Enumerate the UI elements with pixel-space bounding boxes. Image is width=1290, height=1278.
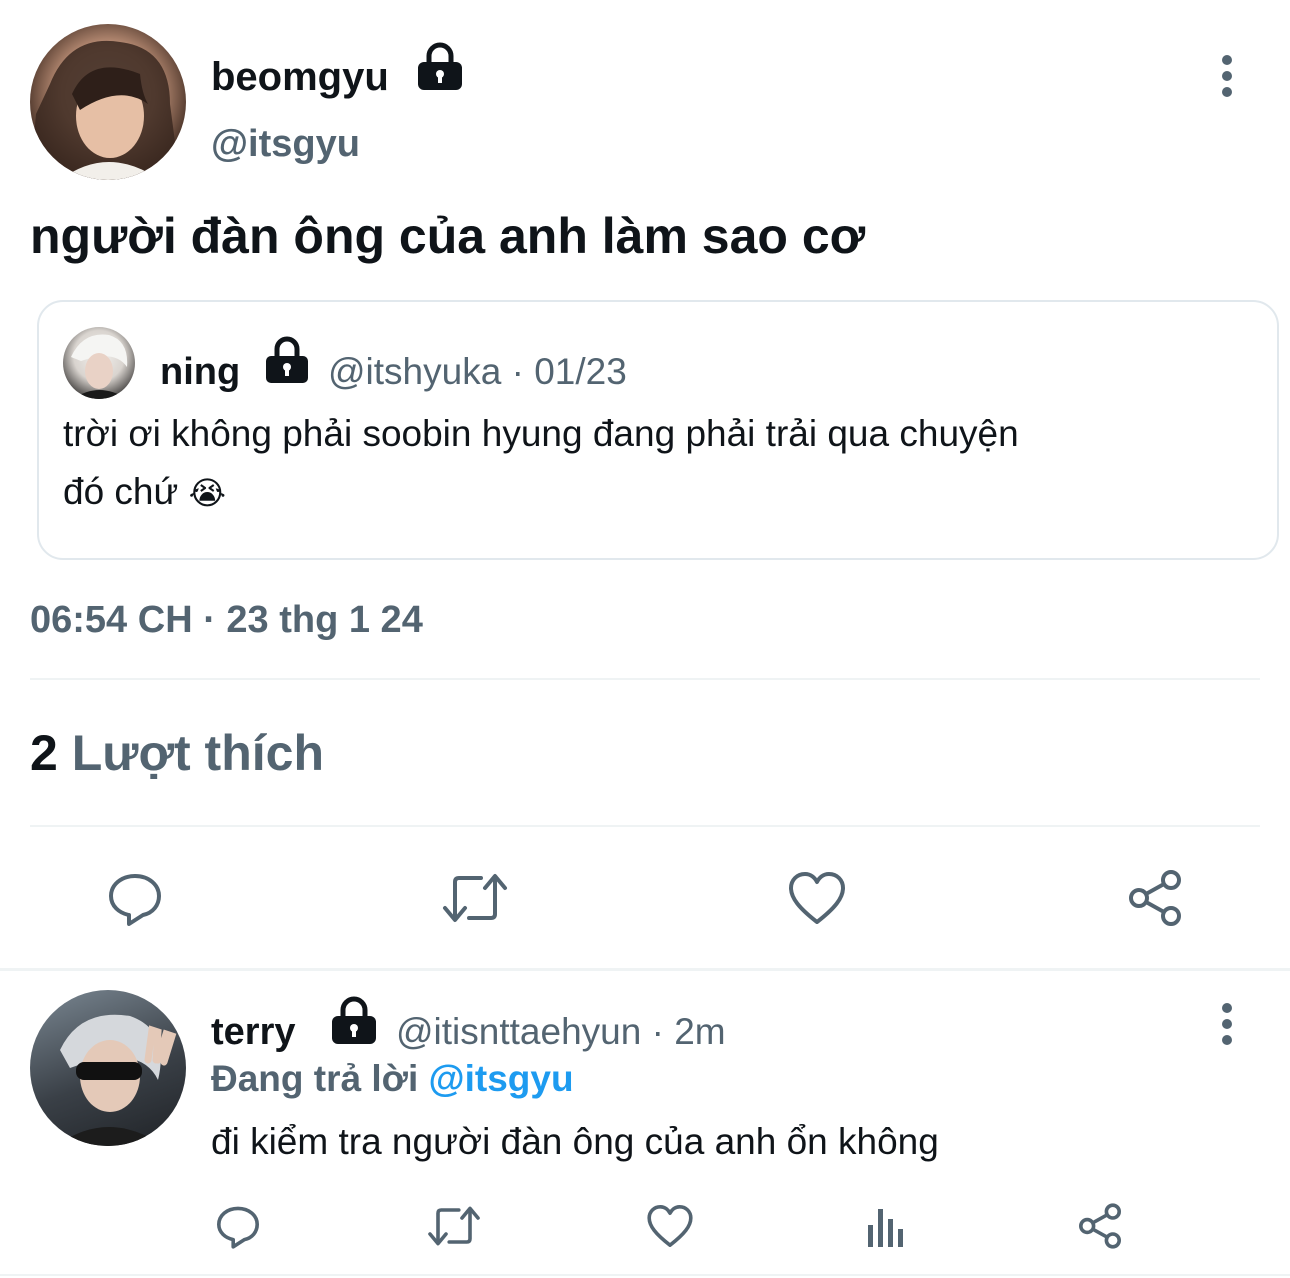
reply-retweet-button[interactable] bbox=[424, 1200, 484, 1252]
reply-text: đi kiểm tra người đàn ông của anh ổn khô… bbox=[211, 1121, 939, 1162]
reply-time: 2m bbox=[674, 1011, 726, 1052]
reply-separator: · bbox=[651, 1011, 664, 1052]
share-icon bbox=[1125, 868, 1185, 928]
reply-analytics-button[interactable] bbox=[858, 1200, 914, 1252]
like-button[interactable] bbox=[782, 866, 852, 930]
quote-text-line2-text: đó chứ bbox=[63, 471, 179, 512]
reply-reply-button[interactable] bbox=[210, 1200, 266, 1252]
reply-handle-line[interactable]: @itisnttaehyun · 2m bbox=[396, 1010, 726, 1054]
tweet-timestamp[interactable]: 06:54 CH · 23 thg 1 24 bbox=[30, 598, 423, 642]
reply-lock-icon bbox=[328, 994, 380, 1046]
tweet-text: người đàn ông của anh làm sao cơ bbox=[30, 208, 866, 264]
reply-more-options-icon[interactable] bbox=[1210, 1002, 1244, 1046]
share-icon bbox=[1076, 1202, 1124, 1250]
crying-emoji: 😭 bbox=[188, 475, 226, 511]
retweet-icon bbox=[426, 1202, 482, 1250]
quote-text-line1: trời ơi không phải soobin hyung đang phả… bbox=[63, 413, 1019, 454]
retweet-icon bbox=[441, 868, 509, 928]
quote-author-avatar[interactable] bbox=[63, 327, 135, 399]
quote-text-line2: đó chứ 😭 bbox=[63, 470, 226, 515]
reply-button[interactable] bbox=[100, 866, 170, 930]
quote-date: 01/23 bbox=[534, 351, 627, 392]
divider bbox=[30, 678, 1260, 680]
replying-to-prefix: Đang trả lời bbox=[211, 1058, 419, 1099]
bottom-divider bbox=[0, 1274, 1290, 1276]
replying-to-handle-link[interactable]: @itsgyu bbox=[429, 1058, 574, 1099]
reply-icon bbox=[105, 868, 165, 928]
reply-share-button[interactable] bbox=[1072, 1200, 1128, 1252]
quote-handle[interactable]: @itshyuka · 01/23 bbox=[328, 350, 627, 394]
author-display-name[interactable]: beomgyu bbox=[211, 54, 389, 100]
lock-icon bbox=[414, 40, 466, 92]
more-options-icon[interactable] bbox=[1210, 54, 1244, 98]
quote-display-name[interactable]: ning bbox=[160, 350, 240, 394]
reply-handle: @itisnttaehyun bbox=[396, 1011, 642, 1052]
retweet-button[interactable] bbox=[440, 866, 510, 930]
reply-display-name[interactable]: terry bbox=[211, 1010, 296, 1054]
author-avatar[interactable] bbox=[30, 24, 186, 180]
reply-like-button[interactable] bbox=[642, 1200, 698, 1252]
likes-label: Lượt thích bbox=[71, 725, 324, 781]
quote-handle-text: @itshyuka bbox=[328, 351, 502, 392]
likes-summary[interactable]: 2 Lượt thích bbox=[30, 724, 324, 782]
like-icon bbox=[646, 1203, 694, 1249]
like-icon bbox=[787, 870, 847, 926]
quote-lock-icon bbox=[263, 334, 311, 384]
reply-icon bbox=[214, 1202, 262, 1250]
section-divider bbox=[0, 968, 1290, 971]
analytics-icon bbox=[864, 1203, 908, 1249]
reply-author-avatar[interactable] bbox=[30, 990, 186, 1146]
author-handle[interactable]: @itsgyu bbox=[211, 122, 360, 166]
quote-separator: · bbox=[511, 351, 524, 392]
divider bbox=[30, 825, 1260, 827]
share-button[interactable] bbox=[1120, 866, 1190, 930]
replying-to: Đang trả lời @itsgyu bbox=[211, 1057, 574, 1101]
likes-count: 2 bbox=[30, 725, 58, 781]
